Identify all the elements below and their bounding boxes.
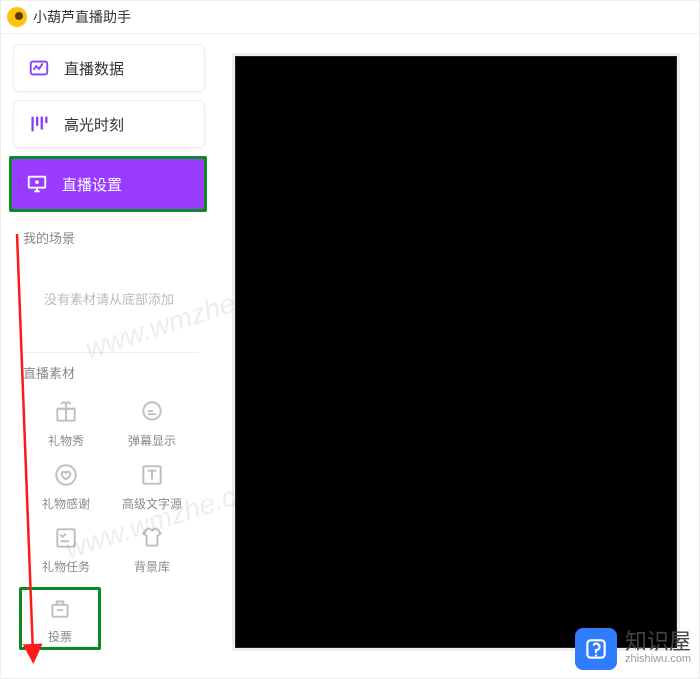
- gift-icon: [52, 398, 80, 426]
- app-title: 小葫芦直播助手: [33, 7, 131, 27]
- brand-watermark: 知识屋 zhishiwu.com: [575, 628, 691, 670]
- tool-label: 投票: [48, 628, 72, 645]
- chart-icon: [28, 57, 50, 79]
- highlight-box-settings: 直播设置: [9, 156, 207, 212]
- divider: [19, 352, 199, 353]
- tool-background-lib[interactable]: 背景库: [111, 524, 193, 575]
- ballot-icon: [46, 594, 74, 622]
- scene-section-title: 我的场景: [7, 222, 211, 257]
- preview-pane: [211, 34, 699, 679]
- sidebar-item-live-settings[interactable]: 直播设置: [12, 159, 204, 209]
- tool-label: 礼物秀: [48, 432, 84, 449]
- bars-icon: [28, 113, 50, 135]
- tshirt-icon: [138, 524, 166, 552]
- tool-label: 高级文字源: [122, 495, 182, 512]
- brand-domain: zhishiwu.com: [625, 653, 691, 666]
- sidebar-item-label: 直播设置: [62, 174, 122, 195]
- chat-icon: [138, 398, 166, 426]
- sidebar-item-label: 直播数据: [64, 58, 124, 79]
- title-bar: 小葫芦直播助手: [1, 1, 699, 34]
- sidebar-item-live-data[interactable]: 直播数据: [13, 44, 205, 92]
- tool-gift-thanks[interactable]: 礼物感谢: [25, 461, 107, 512]
- sidebar: 直播数据 高光时刻 直播设置: [1, 34, 211, 679]
- scene-empty-hint: 没有素材请从底部添加: [7, 257, 211, 346]
- sidebar-item-highlights[interactable]: 高光时刻: [13, 100, 205, 148]
- tool-label: 礼物任务: [42, 558, 90, 575]
- text-box-icon: [138, 461, 166, 489]
- preview-canvas[interactable]: [235, 56, 677, 648]
- brand-badge-icon: [575, 628, 617, 670]
- brand-name: 知识屋: [625, 631, 691, 653]
- app-logo-icon: [7, 7, 27, 27]
- tool-label: 礼物感谢: [42, 495, 90, 512]
- monitor-icon: [26, 173, 48, 195]
- tool-vote[interactable]: 投票: [19, 587, 101, 650]
- tool-label: 背景库: [134, 558, 170, 575]
- tool-text-source[interactable]: 高级文字源: [111, 461, 193, 512]
- tool-label: 弹幕显示: [128, 432, 176, 449]
- sidebar-item-label: 高光时刻: [64, 114, 124, 135]
- assets-grid: 礼物秀 弹幕显示 礼物感谢: [7, 392, 211, 658]
- heart-circle-icon: [52, 461, 80, 489]
- checklist-icon: [52, 524, 80, 552]
- tool-gift-show[interactable]: 礼物秀: [25, 398, 107, 449]
- tool-gift-task[interactable]: 礼物任务: [25, 524, 107, 575]
- tool-danmu[interactable]: 弹幕显示: [111, 398, 193, 449]
- assets-section-title: 直播素材: [7, 357, 211, 392]
